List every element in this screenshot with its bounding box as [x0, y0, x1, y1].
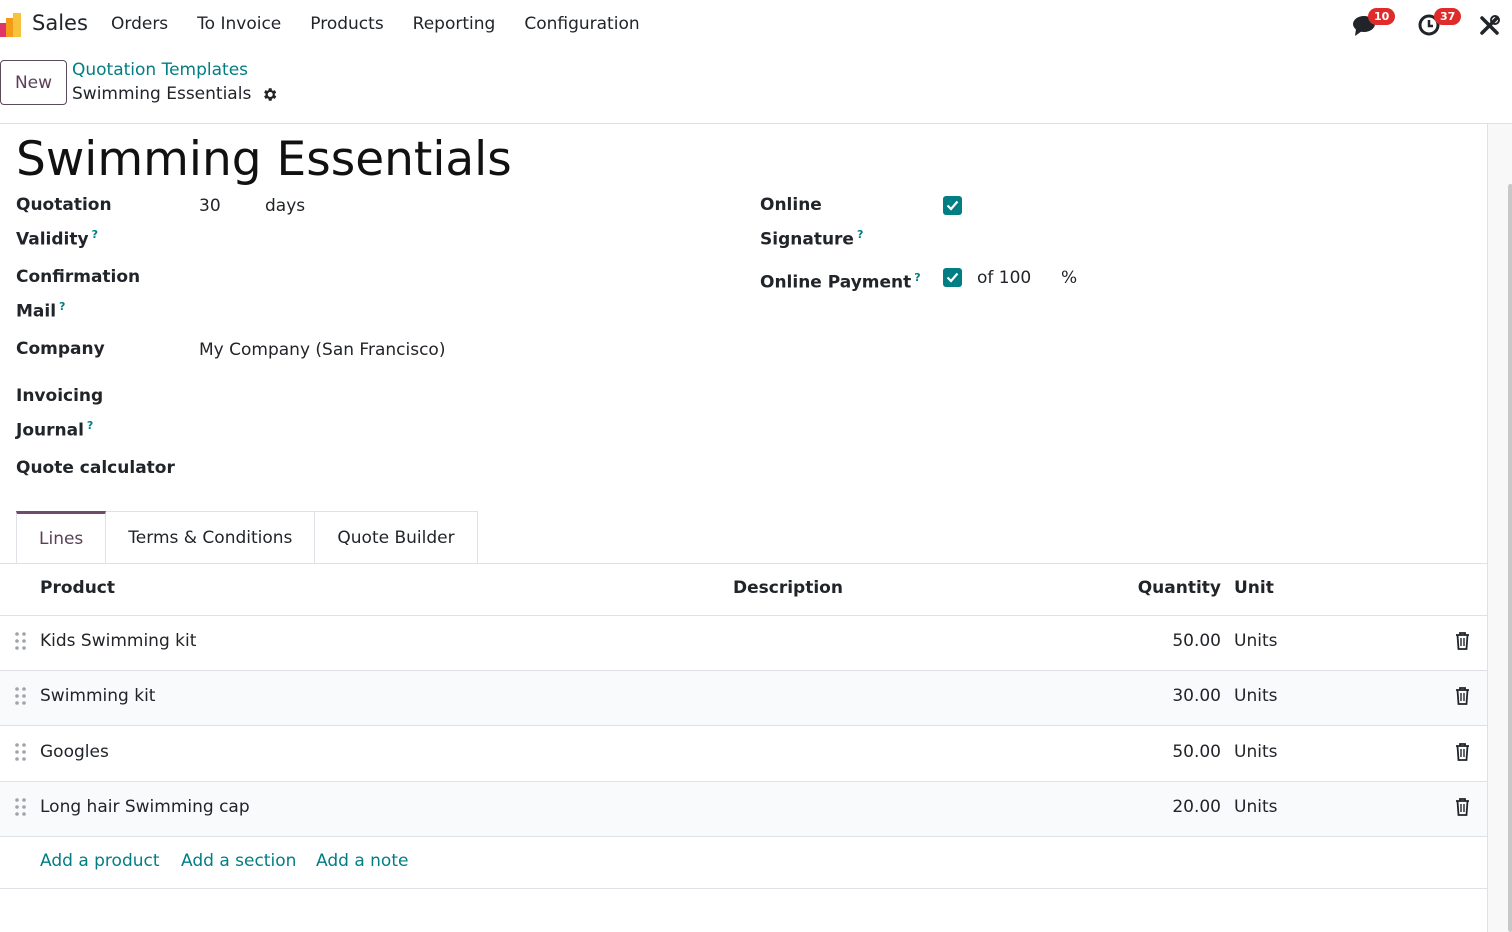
- column-description[interactable]: Description: [733, 578, 843, 598]
- check-icon: [946, 200, 959, 211]
- tab-terms-conditions[interactable]: Terms & Conditions: [106, 511, 316, 564]
- menu-configuration[interactable]: Configuration: [524, 14, 639, 34]
- unit-cell[interactable]: Units: [1234, 797, 1277, 817]
- trash-icon[interactable]: [1455, 743, 1470, 761]
- trash-icon[interactable]: [1455, 687, 1470, 705]
- help-icon[interactable]: ?: [87, 419, 93, 432]
- notebook-tabs: Lines Terms & Conditions Quote Builder: [16, 511, 478, 564]
- online-signature-checkbox[interactable]: [943, 196, 962, 215]
- messages-button[interactable]: 10: [1352, 8, 1396, 42]
- unit-cell[interactable]: Units: [1234, 686, 1277, 706]
- validity-unit: days: [265, 196, 306, 216]
- form-sheet: Swimming Essentials Quotation Validity? …: [0, 124, 1487, 932]
- activities-button[interactable]: 37: [1418, 8, 1462, 42]
- debug-tools-button[interactable]: [1479, 15, 1500, 40]
- control-panel: New Quotation Templates Swimming Essenti…: [0, 50, 1512, 124]
- add-product-link[interactable]: Add a product: [40, 851, 160, 871]
- menu-products[interactable]: Products: [310, 14, 383, 34]
- product-name[interactable]: Kids Swimming kit: [40, 631, 196, 651]
- table-row[interactable]: Swimming kit 30.00 Units: [0, 671, 1487, 726]
- vertical-scrollbar[interactable]: [1487, 124, 1512, 932]
- company-label: Company: [16, 339, 105, 359]
- drag-handle-icon[interactable]: [15, 743, 26, 761]
- quote-calculator-label: Quote calculator: [16, 458, 175, 478]
- main-menu: Orders To Invoice Products Reporting Con…: [111, 14, 669, 34]
- tab-lines[interactable]: Lines: [16, 511, 107, 564]
- unit-cell[interactable]: Units: [1234, 742, 1277, 762]
- new-button[interactable]: New: [0, 60, 67, 105]
- help-icon[interactable]: ?: [59, 300, 65, 313]
- quantity-cell[interactable]: 20.00: [1172, 797, 1221, 817]
- help-icon[interactable]: ?: [914, 271, 920, 284]
- online-payment-label: Online Payment?: [760, 271, 921, 293]
- add-section-link[interactable]: Add a section: [181, 851, 296, 871]
- menu-to-invoice[interactable]: To Invoice: [197, 14, 281, 34]
- product-name[interactable]: Long hair Swimming cap: [40, 797, 250, 817]
- breadcrumb-current: Swimming Essentials: [72, 84, 252, 104]
- help-icon[interactable]: ?: [857, 228, 863, 241]
- quantity-cell[interactable]: 30.00: [1172, 686, 1221, 706]
- table-row[interactable]: Kids Swimming kit 50.00 Units: [0, 616, 1487, 671]
- prepayment-percent-input[interactable]: of 100: [977, 264, 1031, 293]
- lines-table-header: Product Description Quantity Unit: [0, 564, 1487, 616]
- product-name[interactable]: Swimming kit: [40, 686, 155, 706]
- product-name[interactable]: Googles: [40, 742, 109, 762]
- unit-cell[interactable]: Units: [1234, 631, 1277, 651]
- validity-days-input[interactable]: 30: [199, 192, 221, 221]
- add-note-link[interactable]: Add a note: [316, 851, 408, 871]
- drag-handle-icon[interactable]: [15, 798, 26, 816]
- help-icon[interactable]: ?: [92, 228, 98, 241]
- messages-badge: 10: [1368, 8, 1396, 25]
- column-product[interactable]: Product: [40, 578, 115, 598]
- confirmation-mail-label: Confirmation Mail?: [16, 267, 141, 322]
- breadcrumb-quotation-templates[interactable]: Quotation Templates: [72, 60, 248, 80]
- column-quantity[interactable]: Quantity: [1138, 578, 1221, 598]
- tools-icon: [1480, 15, 1500, 35]
- activities-badge: 37: [1434, 8, 1462, 25]
- drag-handle-icon[interactable]: [15, 687, 26, 705]
- quantity-cell[interactable]: 50.00: [1172, 742, 1221, 762]
- sales-app-icon[interactable]: [0, 13, 22, 37]
- percent-sign: %: [1061, 268, 1078, 288]
- table-row[interactable]: Googles 50.00 Units: [0, 727, 1487, 782]
- online-signature-label: Online Signature?: [760, 195, 864, 250]
- check-icon: [946, 272, 959, 283]
- menu-orders[interactable]: Orders: [111, 14, 168, 34]
- trash-icon[interactable]: [1455, 632, 1470, 650]
- gear-icon[interactable]: [261, 86, 278, 103]
- drag-handle-icon[interactable]: [15, 632, 26, 650]
- add-line-controls: Add a product Add a section Add a note: [0, 837, 1487, 889]
- quantity-cell[interactable]: 50.00: [1172, 631, 1221, 651]
- scrollbar-thumb[interactable]: [1508, 184, 1512, 932]
- app-name[interactable]: Sales: [32, 11, 88, 35]
- company-field[interactable]: My Company (San Francisco): [199, 336, 445, 365]
- quotation-validity-label: Quotation Validity?: [16, 195, 112, 250]
- online-payment-checkbox[interactable]: [943, 268, 962, 287]
- trash-icon[interactable]: [1455, 798, 1470, 816]
- template-name[interactable]: Swimming Essentials: [16, 132, 512, 187]
- menu-reporting[interactable]: Reporting: [413, 14, 496, 34]
- column-unit[interactable]: Unit: [1234, 578, 1274, 598]
- table-row[interactable]: Long hair Swimming cap 20.00 Units: [0, 782, 1487, 837]
- invoicing-journal-label: Invoicing Journal?: [16, 386, 104, 441]
- top-navbar: Sales Orders To Invoice Products Reporti…: [0, 0, 1512, 50]
- tab-quote-builder[interactable]: Quote Builder: [315, 511, 478, 564]
